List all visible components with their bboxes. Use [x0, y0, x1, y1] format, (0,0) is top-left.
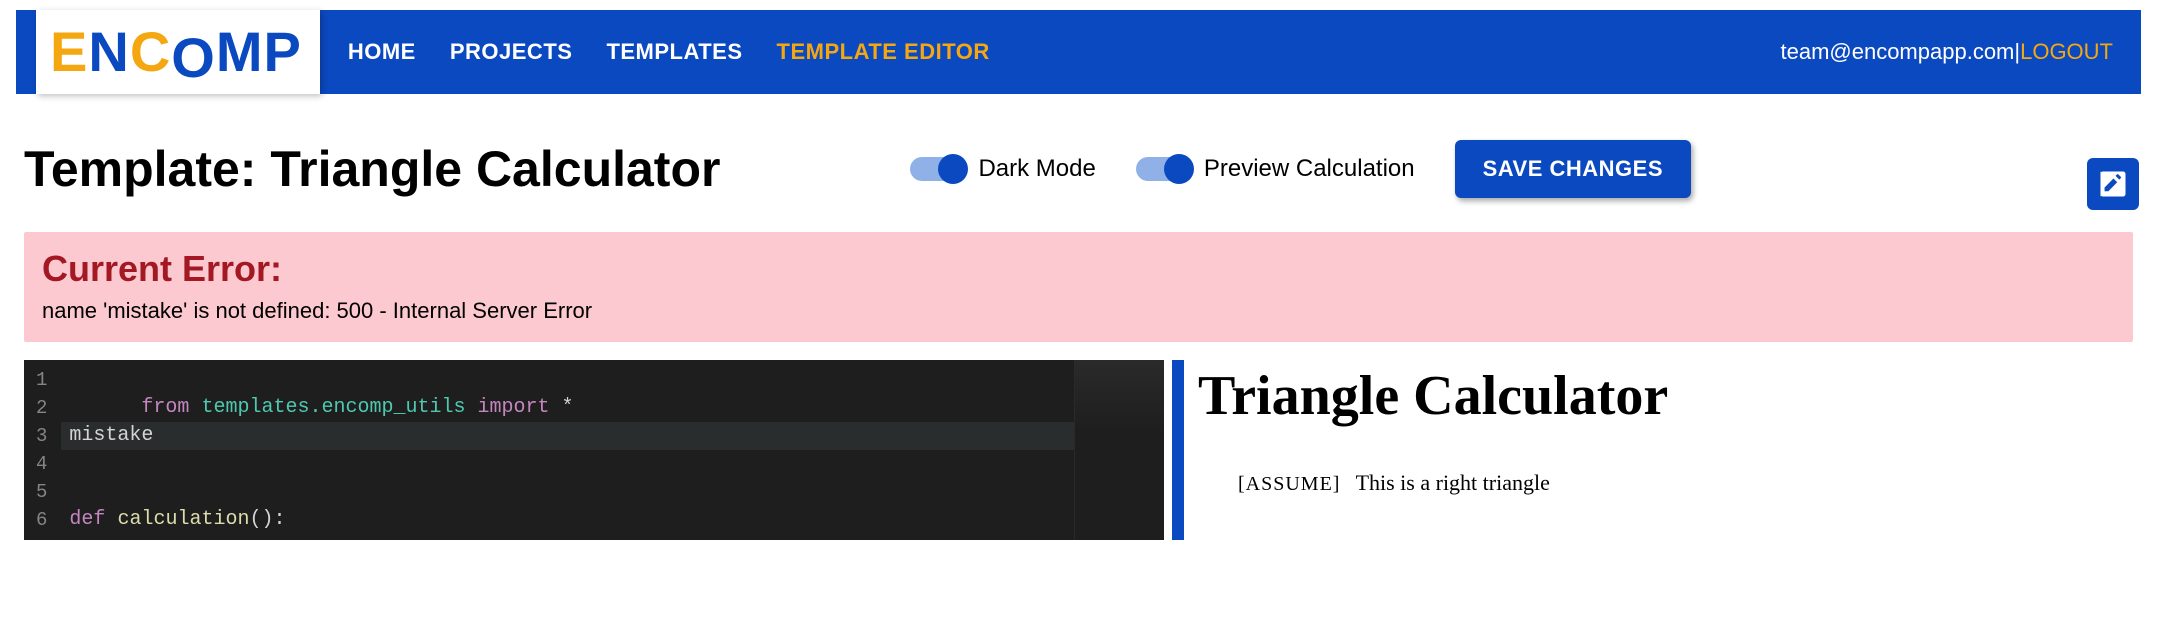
nav-projects[interactable]: PROJECTS: [450, 39, 573, 65]
preview-calc-toggle[interactable]: Preview Calculation: [1136, 155, 1415, 183]
save-button[interactable]: SAVE CHANGES: [1455, 140, 1691, 198]
logout-link[interactable]: LOGOUT: [2020, 39, 2113, 65]
page-title: Template: Triangle Calculator: [24, 140, 720, 198]
dark-mode-label: Dark Mode: [978, 155, 1095, 183]
preview-pane: Triangle Calculator [ASSUME] This is a r…: [1196, 360, 2133, 540]
dark-mode-toggle[interactable]: Dark Mode: [910, 155, 1095, 183]
nav-links: HOME PROJECTS TEMPLATES TEMPLATE EDITOR: [348, 39, 990, 65]
toolbar: Template: Triangle Calculator Dark Mode …: [24, 140, 2133, 198]
user-email: team@encompapp.com: [1780, 39, 2014, 65]
error-banner: Current Error: name 'mistake' is not def…: [24, 232, 2133, 342]
code-editor[interactable]: 1 2 3 4 5 6 from templates.encomp_utils …: [24, 360, 1164, 540]
editor-preview-split: 1 2 3 4 5 6 from templates.encomp_utils …: [24, 360, 2133, 540]
dark-mode-switch[interactable]: [910, 157, 964, 181]
assume-row: [ASSUME] This is a right triangle: [1198, 470, 2123, 496]
preview-calc-switch[interactable]: [1136, 157, 1190, 181]
assume-text: This is a right triangle: [1356, 470, 1550, 495]
nav-templates[interactable]: TEMPLATES: [606, 39, 742, 65]
logo-text: ENCOMP: [50, 24, 302, 80]
assume-tag: [ASSUME]: [1238, 473, 1340, 495]
preview-calc-label: Preview Calculation: [1204, 155, 1415, 183]
error-message: name 'mistake' is not defined: 500 - Int…: [42, 298, 2115, 324]
minimap[interactable]: [1074, 360, 1164, 540]
nav-template-editor[interactable]: TEMPLATE EDITOR: [777, 39, 990, 65]
logo[interactable]: ENCOMP: [36, 10, 320, 94]
line-gutter: 1 2 3 4 5 6: [24, 360, 61, 540]
error-heading: Current Error:: [42, 248, 2115, 290]
preview-title: Triangle Calculator: [1198, 364, 2123, 428]
top-nav: ENCOMP HOME PROJECTS TEMPLATES TEMPLATE …: [16, 10, 2141, 94]
feedback-icon: [2098, 169, 2128, 199]
nav-home[interactable]: HOME: [348, 39, 416, 65]
feedback-button[interactable]: [2087, 158, 2139, 210]
code-area[interactable]: from templates.encomp_utils import * mis…: [61, 360, 1131, 540]
split-divider[interactable]: [1172, 360, 1184, 540]
